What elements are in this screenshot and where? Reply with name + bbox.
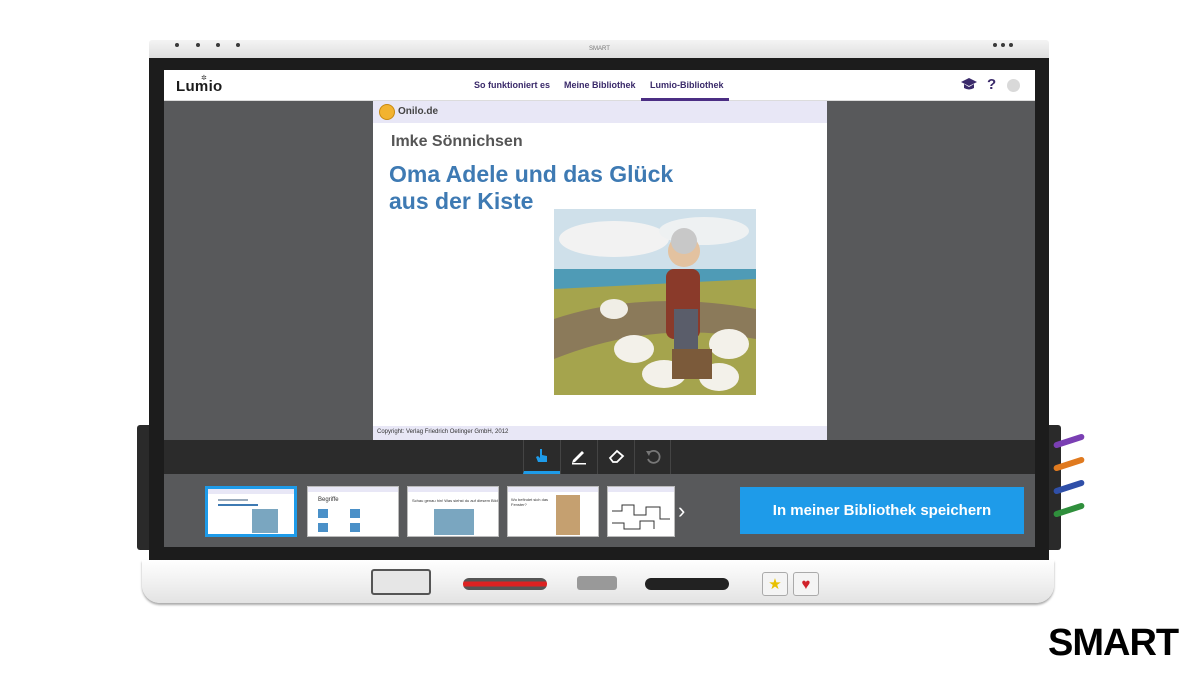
tray-sensor bbox=[577, 576, 617, 590]
thumb-header bbox=[208, 489, 294, 494]
black-pen-icon bbox=[645, 578, 729, 590]
chevron-right-icon[interactable]: › bbox=[678, 498, 685, 524]
save-to-library-button[interactable]: In meiner Bibliothek speichern bbox=[740, 487, 1024, 534]
thumb-header bbox=[308, 487, 398, 492]
thumbnail-page-4[interactable]: Wo befindet sich das Fenster? bbox=[507, 486, 599, 537]
tab-meine-bibliothek[interactable]: Meine Bibliothek bbox=[564, 80, 636, 90]
thumb-image bbox=[556, 495, 580, 535]
smart-board-frame: SMART Lumio ✲ So funktioniert es Meine B… bbox=[0, 0, 1200, 675]
copyright-notice: Copyright: Verlag Friedrich Oetinger Gmb… bbox=[377, 429, 509, 435]
sensor-dot bbox=[216, 43, 220, 47]
camera-dot bbox=[1001, 43, 1005, 47]
thumbnail-page-5[interactable] bbox=[607, 486, 675, 537]
page-thumbnail-strip: Begriffe Schau genau hin! Was siehst du … bbox=[164, 474, 1035, 547]
tab-so-funktioniert-es[interactable]: So funktioniert es bbox=[474, 80, 550, 90]
drawing-toolbar bbox=[164, 440, 1035, 474]
thumb-text: Schau genau hin! Was siehst du auf diese… bbox=[412, 498, 498, 503]
thumb-header bbox=[408, 487, 498, 492]
camera-dot bbox=[993, 43, 997, 47]
eraser-icon bbox=[608, 449, 625, 463]
book-title: Oma Adele und das Glück aus der Kiste bbox=[389, 161, 674, 214]
smart-logo: SMART bbox=[1048, 622, 1179, 664]
thumb-text-line bbox=[218, 499, 248, 501]
thumbnail-page-2[interactable]: Begriffe bbox=[307, 486, 399, 537]
undo-button[interactable] bbox=[634, 440, 671, 474]
tab-lumio-bibliothek[interactable]: Lumio-Bibliothek bbox=[650, 80, 724, 90]
thumb-image bbox=[434, 509, 474, 535]
bezel-brand: SMART bbox=[589, 46, 610, 52]
slide-canvas[interactable]: Onilo.de Imke Sönnichsen Oma Adele und d… bbox=[373, 101, 827, 440]
help-icon[interactable]: ? bbox=[987, 76, 996, 93]
side-panel-left bbox=[137, 425, 149, 550]
thumb-image bbox=[252, 509, 278, 533]
avatar-icon[interactable] bbox=[1007, 79, 1020, 92]
thumb-header bbox=[608, 487, 674, 492]
slide-footer: Copyright: Verlag Friedrich Oetinger Gmb… bbox=[373, 426, 827, 440]
thumb-title: Begriffe bbox=[318, 497, 339, 503]
onilo-brand: Onilo.de bbox=[398, 106, 438, 117]
pen-icon bbox=[572, 451, 586, 465]
eraser-tool-button[interactable] bbox=[597, 440, 634, 474]
graduation-cap-icon[interactable] bbox=[961, 77, 977, 95]
undo-icon bbox=[646, 449, 661, 464]
thumb-icon bbox=[350, 523, 360, 532]
hand-pointer-icon bbox=[536, 449, 547, 462]
select-tool-button[interactable] bbox=[523, 440, 560, 474]
thumbnail-page-3[interactable]: Schau genau hin! Was siehst du auf diese… bbox=[407, 486, 499, 537]
top-nav: Lumio ✲ So funktioniert es Meine Bibliot… bbox=[164, 70, 1035, 101]
tray-eraser bbox=[371, 569, 431, 595]
sensor-dot bbox=[236, 43, 240, 47]
red-pen-icon bbox=[463, 578, 547, 590]
star-icon[interactable]: ★ bbox=[762, 572, 788, 596]
thumb-diagram bbox=[612, 504, 670, 530]
thumb-icon bbox=[350, 509, 360, 518]
camera-dot bbox=[1009, 43, 1013, 47]
thumbnail-page-1[interactable] bbox=[205, 486, 297, 537]
book-author: Imke Sönnichsen bbox=[391, 133, 523, 150]
lumio-logo[interactable]: Lumio bbox=[176, 78, 223, 95]
sensor-dot bbox=[175, 43, 179, 47]
app-screen: Lumio ✲ So funktioniert es Meine Bibliot… bbox=[164, 70, 1035, 547]
thumb-header bbox=[508, 487, 598, 492]
thumb-icon bbox=[318, 523, 328, 532]
pen-tray: ★ ♥ bbox=[142, 560, 1054, 603]
pen-tool-button[interactable] bbox=[560, 440, 597, 474]
heart-icon[interactable]: ♥ bbox=[793, 572, 819, 596]
onilo-logo-icon bbox=[379, 104, 395, 120]
lumio-logo-mark-icon: ✲ bbox=[201, 75, 207, 82]
thumb-text: Wo befindet sich das Fenster? bbox=[511, 497, 549, 507]
slide-header: Onilo.de bbox=[373, 101, 827, 123]
sensor-dot bbox=[196, 43, 200, 47]
thumb-icon bbox=[318, 509, 328, 518]
book-cover-illustration bbox=[554, 209, 756, 395]
thumb-text-line bbox=[218, 504, 258, 506]
